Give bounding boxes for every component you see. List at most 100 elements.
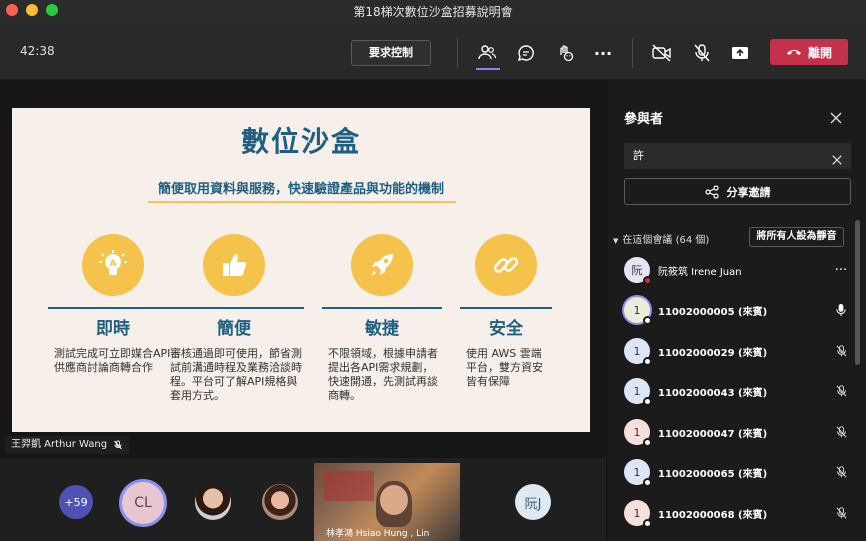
participant-name: 11002000029 (來賓) bbox=[658, 347, 768, 359]
mic-off-icon[interactable] bbox=[833, 425, 849, 439]
video-participant-name: 林孝鴻 Hsiao Hung , Lin bbox=[326, 529, 430, 539]
participant-row[interactable]: 1 11002000068 (來賓) bbox=[624, 498, 849, 528]
participant-row[interactable]: 1 11002000043 (來賓) bbox=[624, 376, 849, 406]
feature-agile: 敏捷 不限領域，根據申請者提出各API需求規劃，快速開通，先測試再談商轉。 bbox=[322, 234, 442, 403]
request-control-button[interactable]: 要求控制 bbox=[351, 40, 431, 66]
participant-avatar: 1 bbox=[624, 297, 652, 325]
overflow-count: +59 bbox=[64, 495, 88, 509]
toolbar-divider bbox=[632, 38, 633, 68]
feature-heading: 即時 bbox=[96, 319, 130, 339]
toolbar-divider bbox=[457, 38, 458, 68]
close-icon[interactable] bbox=[829, 110, 843, 129]
search-value: 許 bbox=[633, 149, 644, 162]
clear-search-icon[interactable] bbox=[831, 150, 843, 176]
participant-avatar: 1 bbox=[624, 419, 652, 447]
more-options-icon[interactable]: ··· bbox=[833, 263, 849, 278]
avatar-cl[interactable]: CL bbox=[119, 479, 167, 527]
leave-label: 離開 bbox=[807, 45, 832, 60]
camera-off-icon[interactable] bbox=[649, 40, 675, 66]
presentation-slide: 數位沙盒 簡便取用資料與服務，快速驗證產品與功能的機制 A 即時 測試完成可立即… bbox=[12, 108, 590, 432]
feature-realtime: A 即時 測試完成可立即媒合API供應商討論商轉合作 bbox=[48, 234, 178, 375]
feature-simple: 簡便 審核通過即可使用，節省測試前溝通時程及業務洽談時程。平台可了解API規格與… bbox=[164, 234, 304, 403]
chat-icon[interactable] bbox=[513, 40, 539, 66]
participant-avatar: 1 bbox=[624, 459, 652, 487]
feature-body: 使用 AWS 雲端平台，雙方資安皆有保障 bbox=[466, 347, 543, 388]
avatar-photo[interactable] bbox=[195, 484, 231, 520]
leave-meeting-button[interactable]: 離開 bbox=[770, 39, 848, 65]
presence-status-icon bbox=[643, 397, 652, 406]
in-meeting-section[interactable]: ▼ 在這個會議 (64 個) bbox=[613, 231, 709, 246]
participant-name: 阮筱筑 Irene Juan bbox=[658, 266, 742, 278]
rocket-icon bbox=[351, 234, 413, 296]
feature-body: 測試完成可立即媒合API供應商討論商轉合作 bbox=[54, 347, 171, 374]
minimize-window-button[interactable] bbox=[26, 4, 38, 16]
presence-status-icon bbox=[643, 519, 652, 528]
maximize-window-button[interactable] bbox=[46, 4, 58, 16]
avatar-initials: 阮 bbox=[631, 264, 643, 277]
feature-body: 不限領域，根據申請者提出各API需求規劃，快速開通，先測試再談商轉。 bbox=[328, 347, 438, 402]
avatar-photo[interactable] bbox=[262, 484, 298, 520]
feature-body: 審核通過即可使用，節省測試前溝通時程及業務洽談時程。平台可了解API規格與套用方… bbox=[170, 347, 302, 402]
chevron-down-icon: ▼ bbox=[613, 237, 619, 245]
overflow-participants-button[interactable]: +59 bbox=[59, 485, 93, 519]
avatar-initials: CL bbox=[134, 495, 152, 511]
reactions-icon[interactable] bbox=[552, 40, 578, 66]
participant-row[interactable]: 1 11002000029 (來賓) bbox=[624, 336, 849, 366]
link-icon bbox=[475, 234, 537, 296]
hang-up-icon bbox=[786, 50, 801, 55]
mic-off-icon[interactable] bbox=[833, 384, 849, 398]
mic-off-icon[interactable] bbox=[833, 465, 849, 479]
participant-avatar: 1 bbox=[624, 338, 652, 366]
shared-content-stage: 數位沙盒 簡便取用資料與服務，快速驗證產品與功能的機制 A 即時 測試完成可立即… bbox=[0, 80, 606, 458]
participant-avatar: 1 bbox=[624, 378, 652, 406]
presence-status-icon bbox=[643, 316, 652, 325]
lightbulb-icon: A bbox=[82, 234, 144, 296]
avatar-initials: 1 bbox=[633, 303, 641, 317]
participant-avatar: 1 bbox=[624, 500, 652, 528]
presence-status-icon bbox=[643, 357, 652, 366]
avatar-initials: 1 bbox=[633, 384, 641, 398]
participants-panel: 參與者 許 分享邀請 ▼ 在這個會議 (64 個) 將所有人設為靜音 阮 阮筱筑 I… bbox=[606, 80, 866, 541]
participant-row[interactable]: 1 11002000065 (來賓) bbox=[624, 457, 849, 487]
share-screen-icon[interactable] bbox=[727, 40, 753, 66]
participant-name: 11002000043 (來賓) bbox=[658, 387, 768, 399]
mic-off-icon[interactable] bbox=[689, 40, 715, 66]
meeting-timer: 42:38 bbox=[20, 44, 55, 58]
avatar-initials: 1 bbox=[633, 344, 641, 358]
close-window-button[interactable] bbox=[6, 4, 18, 16]
mute-all-button[interactable]: 將所有人設為靜音 bbox=[749, 227, 844, 247]
avatar-initials: 1 bbox=[633, 425, 641, 439]
participant-avatar: 阮 bbox=[624, 257, 652, 285]
participant-row[interactable]: 阮 阮筱筑 Irene Juan ··· bbox=[624, 255, 849, 285]
window-titlebar: 第18梯次數位沙盒招募說明會 bbox=[0, 0, 866, 24]
participant-row[interactable]: 1 11002000005 (來賓) bbox=[624, 295, 849, 325]
participants-icon[interactable] bbox=[474, 40, 500, 66]
participant-search-input[interactable]: 許 bbox=[624, 143, 851, 169]
more-actions-icon[interactable]: ··· bbox=[590, 40, 616, 66]
participant-gallery: +59 CL 林孝鴻 Hsiao Hung , Lin 阮J bbox=[0, 458, 606, 541]
mic-icon[interactable] bbox=[833, 303, 849, 317]
slide-title: 數位沙盒 bbox=[240, 125, 361, 158]
participant-name: 11002000065 (來賓) bbox=[658, 468, 768, 480]
mic-off-icon[interactable] bbox=[833, 344, 849, 358]
window-title: 第18梯次數位沙盒招募說明會 bbox=[353, 5, 513, 19]
subtitle-underline bbox=[148, 201, 456, 203]
participant-name: 11002000047 (來賓) bbox=[658, 428, 768, 440]
mic-off-icon[interactable] bbox=[833, 506, 849, 520]
avatar-initials: 1 bbox=[633, 465, 641, 479]
feature-heading: 敏捷 bbox=[365, 319, 399, 339]
feature-heading: 安全 bbox=[489, 319, 523, 339]
participant-row[interactable]: 1 11002000047 (來賓) bbox=[624, 417, 849, 447]
share-invite-button[interactable]: 分享邀請 bbox=[624, 178, 851, 205]
avatar-initials: 1 bbox=[633, 506, 641, 520]
presenter-name-tag: 王羿凱 Arthur Wang bbox=[5, 436, 130, 454]
thumbs-up-icon bbox=[203, 234, 265, 296]
scrollbar[interactable] bbox=[855, 220, 860, 365]
presence-status-icon bbox=[643, 438, 652, 447]
avatar-ruan[interactable]: 阮J bbox=[515, 484, 551, 520]
mic-off-icon bbox=[114, 440, 122, 450]
presence-status-icon bbox=[643, 478, 652, 487]
video-tile[interactable]: 林孝鴻 Hsiao Hung , Lin bbox=[314, 463, 460, 541]
panel-title: 參與者 bbox=[624, 112, 664, 127]
svg-text:A: A bbox=[110, 259, 117, 269]
